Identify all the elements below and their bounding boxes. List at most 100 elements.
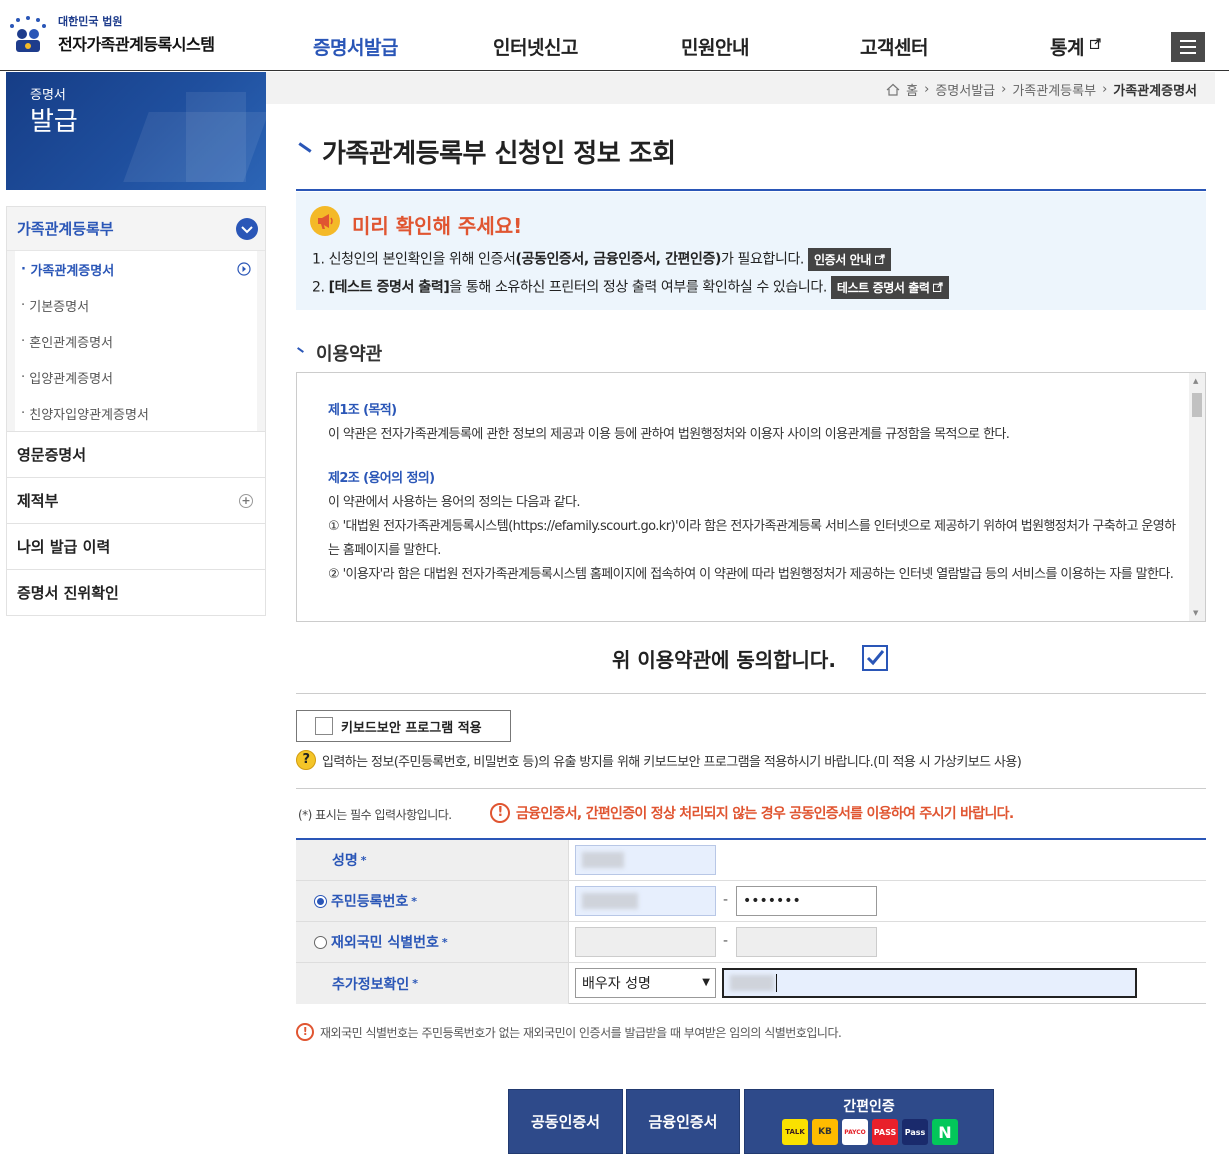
extra-info-select[interactable]: 배우자 성명 ▼ — [575, 968, 716, 998]
rrn-front-input[interactable] — [575, 886, 716, 916]
terms-scroll-box[interactable]: 제1조 (목적) 이 약관은 전자가족관계등록에 관한 정보의 제공과 이용 등… — [296, 372, 1206, 622]
foreign-id-note-text: 재외국민 식별번호는 주민등록번호가 없는 재외국민이 인증서를 발급받을 때 … — [320, 1025, 842, 1040]
home-icon — [886, 83, 900, 96]
test-print-button[interactable]: 테스트 증명서 출력 — [830, 276, 950, 299]
notice-box: 미리 확인해 주세요! 1. 신청인의 본인확인을 위해 인증서(공동인증서, … — [296, 192, 1206, 310]
dash-separator: - — [723, 933, 729, 949]
dash-separator: - — [723, 892, 729, 908]
required-star: * — [412, 977, 419, 990]
side-nav-my-history[interactable]: 나의 발급 이력 — [7, 523, 265, 569]
rrn-back-input[interactable]: ••••••• — [736, 886, 877, 916]
terms-article-title: 제1조 (목적) — [328, 403, 397, 418]
provider-label: Pass — [904, 1127, 926, 1137]
terms-article-item: ② '이용자'라 함은 대법원 전자가족관계등록시스템 홈페이지에 접속하여 이… — [328, 567, 1174, 582]
site-logo[interactable]: 대한민국 법원 전자가족관계등록시스템 — [6, 10, 215, 58]
keyboard-security-checkbox[interactable] — [315, 717, 333, 735]
breadcrumb-item[interactable]: 가족관계등록부 — [1012, 80, 1096, 99]
nav-certificate-issue[interactable]: 증명서발급 — [313, 33, 398, 60]
terms-section-title: 이용약관 — [316, 344, 383, 365]
form-label-text: 재외국민 식별번호 — [331, 935, 439, 951]
side-banner-title: 증명서 발급 — [30, 84, 78, 138]
form-label-text: 주민등록번호 — [331, 894, 409, 910]
scroll-thumb[interactable] — [1192, 393, 1202, 417]
check-icon — [866, 650, 885, 666]
form-label-foreign-id[interactable]: 재외국민 식별번호 * — [296, 922, 569, 962]
notice-title: 미리 확인해 주세요! — [352, 214, 523, 238]
keyboard-security-toggle[interactable]: 키보드보안 프로그램 적용 — [296, 710, 511, 742]
cert-guide-button[interactable]: 인증서 안내 — [807, 248, 891, 271]
terms-article-body: 이 약관은 전자가족관계등록에 관한 정보의 제공과 이용 등에 관하여 법원행… — [328, 427, 1010, 442]
terms-article-body: 이 약관에서 사용하는 용어의 정의는 다음과 같다. — [328, 495, 581, 510]
foreign-id-back-input[interactable] — [736, 927, 877, 957]
divider — [296, 788, 1206, 789]
breadcrumb-current: 가족관계증명서 — [1113, 84, 1197, 99]
provider-label: PASS — [873, 1127, 897, 1137]
terms-article-item: ① '대법원 전자가족관계등록시스템(https://efamily.scour… — [328, 519, 1176, 558]
dropdown-arrow-icon: ▼ — [702, 977, 710, 988]
scroll-down-icon[interactable]: ▼ — [1193, 609, 1198, 617]
finance-cert-label: 금융인증서 — [648, 1113, 718, 1131]
plus-circle-icon[interactable]: + — [239, 494, 253, 508]
terms-content: 제1조 (목적) 이 약관은 전자가족관계등록에 관한 정보의 제공과 이용 등… — [328, 399, 1183, 587]
side-nav-item-adoption-cert[interactable]: · 입양관계증명서 — [15, 359, 257, 395]
side-nav-item-marriage-cert[interactable]: · 혼인관계증명서 — [15, 323, 257, 359]
finance-cert-button[interactable]: 금융인증서 — [626, 1089, 740, 1154]
side-nav-item-full-adoption-cert[interactable]: · 친양자입양관계증명서 — [15, 395, 257, 431]
nav-customer-center[interactable]: 고객센터 — [860, 33, 928, 60]
nav-statistics[interactable]: 통계 — [1050, 33, 1101, 60]
section-accent — [297, 347, 304, 353]
external-link-icon — [933, 282, 943, 293]
form-label-text: 추가정보확인 — [332, 976, 410, 993]
terms-agree-checkbox[interactable] — [862, 645, 888, 671]
side-nav-submenu: · 가족관계증명서 · 기본증명서 · 혼인관계증명서 · 입양관계증명서 · … — [7, 251, 265, 431]
joint-cert-button[interactable]: 공동인증서 — [508, 1089, 623, 1154]
side-nav-item-basic-cert[interactable]: · 기본증명서 — [15, 287, 257, 323]
breadcrumb-item[interactable]: 증명서발급 — [935, 80, 995, 99]
scroll-up-icon[interactable]: ▲ — [1193, 377, 1198, 385]
hamburger-icon[interactable] — [1171, 32, 1205, 62]
side-nav-verify[interactable]: 증명서 진위확인 — [7, 569, 265, 615]
keyboard-note-text: 입력하는 정보(주민등록번호, 비밀번호 등)의 유출 방지를 위해 키보드보안… — [322, 754, 1022, 770]
form-row-extra-info: 추가정보확인 * 배우자 성명 ▼ — [296, 963, 1206, 1004]
rrn-radio[interactable] — [314, 894, 327, 908]
extra-info-input[interactable] — [722, 968, 1137, 998]
nav-statistics-label: 통계 — [1050, 37, 1084, 59]
provider-label: N — [938, 1122, 952, 1142]
side-nav-item-label: 입양관계증명서 — [29, 371, 113, 387]
cert-warning-text: 금융인증서, 간편인증이 정상 처리되지 않는 경우 공동인증서를 이용하여 주… — [516, 806, 1014, 822]
nav-civil-guide[interactable]: 민원안내 — [681, 33, 749, 60]
notice-line-2: 2. [테스트 증명서 출력]을 통해 소유하신 프린터의 정상 출력 여부를 … — [312, 276, 950, 299]
breadcrumb-home[interactable]: 홈 — [906, 80, 918, 99]
side-nav-menu-label: 증명서 진위확인 — [17, 584, 119, 602]
foreign-id-front-input[interactable] — [575, 927, 716, 957]
arrow-circle-right-icon — [237, 262, 251, 276]
external-link-icon — [1089, 38, 1101, 50]
joint-cert-label: 공동인증서 — [530, 1113, 600, 1131]
terms-scrollbar[interactable]: ▲ ▼ — [1189, 373, 1205, 621]
notice-text: 가 필요합니다. — [721, 251, 804, 268]
side-nav-group-family[interactable]: 가족관계등록부 — [7, 207, 265, 251]
site-header: 대한민국 법원 전자가족관계등록시스템 증명서발급 인터넷신고 민원안내 고객센… — [0, 0, 1229, 71]
side-nav-item-label: 가족관계증명서 — [30, 263, 115, 279]
logo-subtitle: 대한민국 법원 — [58, 15, 123, 28]
terms-agree-label[interactable]: 위 이용약관에 동의합니다. — [612, 644, 836, 673]
form-row-name: 성명 * — [296, 840, 1206, 881]
side-nav-removed-register[interactable]: 제적부 + — [7, 477, 265, 523]
form-label-rrn[interactable]: 주민등록번호 * — [296, 881, 569, 921]
name-input[interactable] — [575, 845, 716, 875]
exclamation-icon: ! — [490, 803, 510, 823]
applicant-form: 성명 * 주민등록번호 * - ••••••• 재외국민 식별번호 * - 추가정보확… — [296, 838, 1206, 1004]
exclamation-icon: ! — [296, 1023, 314, 1041]
keyboard-security-note: ? 입력하는 정보(주민등록번호, 비밀번호 등)의 유출 방지를 위해 키보드… — [296, 750, 1022, 770]
side-nav-item-family-cert[interactable]: · 가족관계증명서 — [15, 251, 257, 287]
chevron-down-icon[interactable] — [236, 218, 258, 240]
side-nav-menu-label: 영문증명서 — [17, 446, 87, 464]
test-print-label: 테스트 증명서 출력 — [836, 281, 930, 295]
notice-line-1: 1. 신청인의 본인확인을 위해 인증서(공동인증서, 금융인증서, 간편인증)… — [312, 248, 891, 271]
simple-auth-button[interactable]: 간편인증 TALK KB PAYCO PASS Pass N — [744, 1089, 994, 1154]
required-star: * — [360, 853, 367, 867]
side-nav-english-cert[interactable]: 영문증명서 — [7, 431, 265, 477]
nav-internet-report[interactable]: 인터넷신고 — [493, 33, 578, 60]
foreign-id-radio[interactable] — [314, 935, 327, 949]
question-icon: ? — [296, 750, 316, 770]
